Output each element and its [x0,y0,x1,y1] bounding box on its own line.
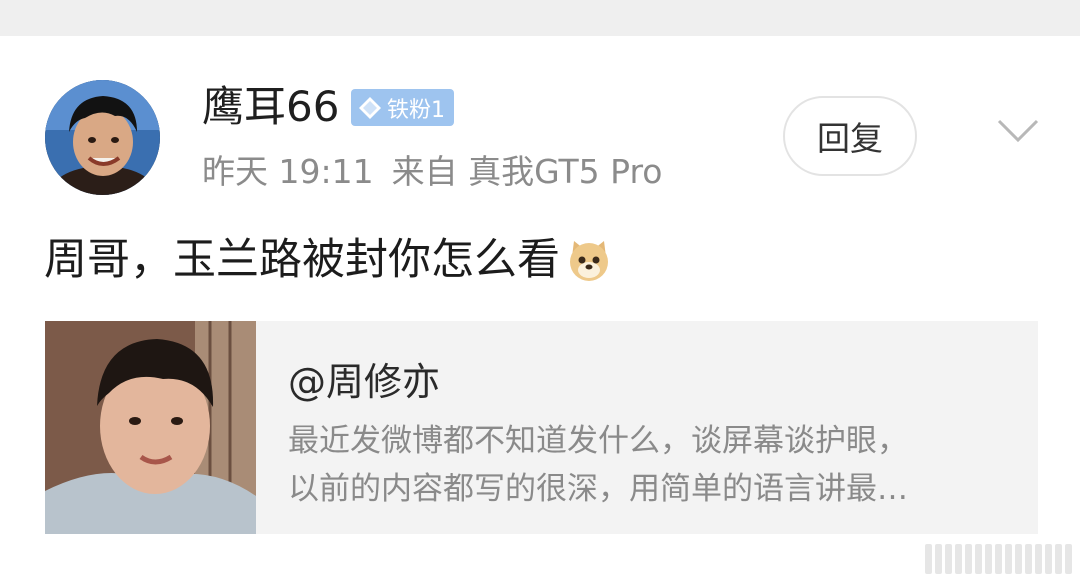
post-meta: 昨天 19:11 来自 真我GT5 Pro [202,150,662,194]
watermark [925,540,1075,574]
top-divider-strip [0,0,1080,36]
post-source: 来自 真我GT5 Pro [391,152,663,191]
diamond-icon [359,96,381,119]
quoted-excerpt: 最近发微博都不知道发什么，谈屏幕谈护眼， 以前的内容都写的很深，用简单的语言讲最… [288,417,1018,513]
avatar-photo [45,80,160,195]
fan-badge[interactable]: 铁粉1 [351,89,454,126]
post-time: 昨天 19:11 [202,152,374,191]
post-text: 周哥，玉兰路被封你怎么看 [44,235,560,285]
quoted-excerpt-line: 最近发微博都不知道发什么，谈屏幕谈护眼， [288,423,908,459]
quoted-excerpt-line: 以前的内容都写的很深，用简单的语言讲最… [288,471,908,507]
username[interactable]: 鹰耳66 [202,82,339,132]
badge-label: 铁粉1 [387,97,445,123]
reply-button[interactable]: 回复 [783,96,917,176]
post-body: 周哥，玉兰路被封你怎么看 [44,232,614,288]
doge-emoji-icon [570,241,608,281]
avatar[interactable] [45,80,160,195]
quoted-post-card[interactable]: @周修亦 最近发微博都不知道发什么，谈屏幕谈护眼， 以前的内容都写的很深，用简单… [45,321,1038,534]
quoted-mention[interactable]: @周修亦 [288,351,440,406]
chevron-down-icon[interactable] [996,116,1040,144]
quoted-post-thumbnail [45,321,256,534]
